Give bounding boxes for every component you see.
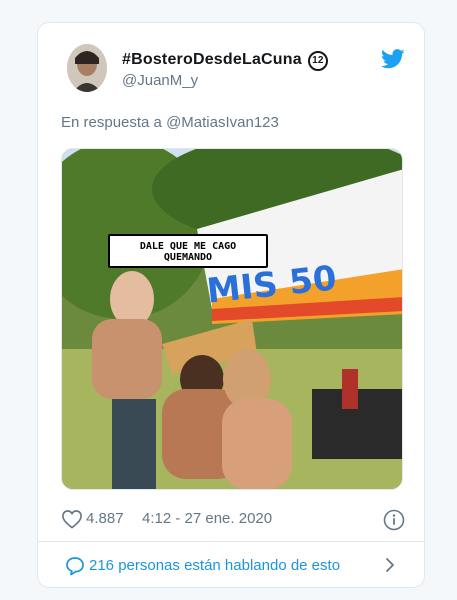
like-count[interactable]: 4.887 xyxy=(86,510,124,527)
reply-to-line[interactable]: En respuesta a @MatiasIvan123 xyxy=(61,114,279,131)
user-handle[interactable]: @JuanM_y xyxy=(122,72,198,89)
tweet-card[interactable]: #BosteroDesdeLaCuna 12 @JuanM_y En respue… xyxy=(37,22,425,588)
chevron-right-icon xyxy=(386,558,394,572)
info-icon[interactable] xyxy=(383,509,405,531)
conversation-text: 216 personas están hablando de esto xyxy=(89,557,341,574)
speech-bubble: DALE QUE ME CAGO QUEMANDO xyxy=(108,234,268,268)
display-name-text: #BosteroDesdeLaCuna xyxy=(122,51,302,68)
twitter-logo-icon[interactable] xyxy=(381,49,405,69)
heart-icon[interactable] xyxy=(61,509,83,529)
chat-bubble-icon xyxy=(66,557,84,576)
conversation-link[interactable]: 216 personas están hablando de esto xyxy=(38,542,424,587)
display-name[interactable]: #BosteroDesdeLaCuna 12 xyxy=(122,51,328,71)
avatar[interactable] xyxy=(67,44,107,92)
avatar-image xyxy=(67,44,107,92)
media-photo: MIS 50 xyxy=(62,149,402,489)
tweet-media[interactable]: MIS 50 DALE QUE ME CAGO QUEMANDO xyxy=(61,148,403,490)
speech-bubble-text: DALE QUE ME CAGO QUEMANDO xyxy=(139,241,237,263)
number-badge: 12 xyxy=(307,51,328,71)
timestamp[interactable]: 4:12 - 27 ene. 2020 xyxy=(142,510,272,527)
tweet-meta-row: 4.887 4:12 - 27 ene. 2020 xyxy=(61,509,405,533)
